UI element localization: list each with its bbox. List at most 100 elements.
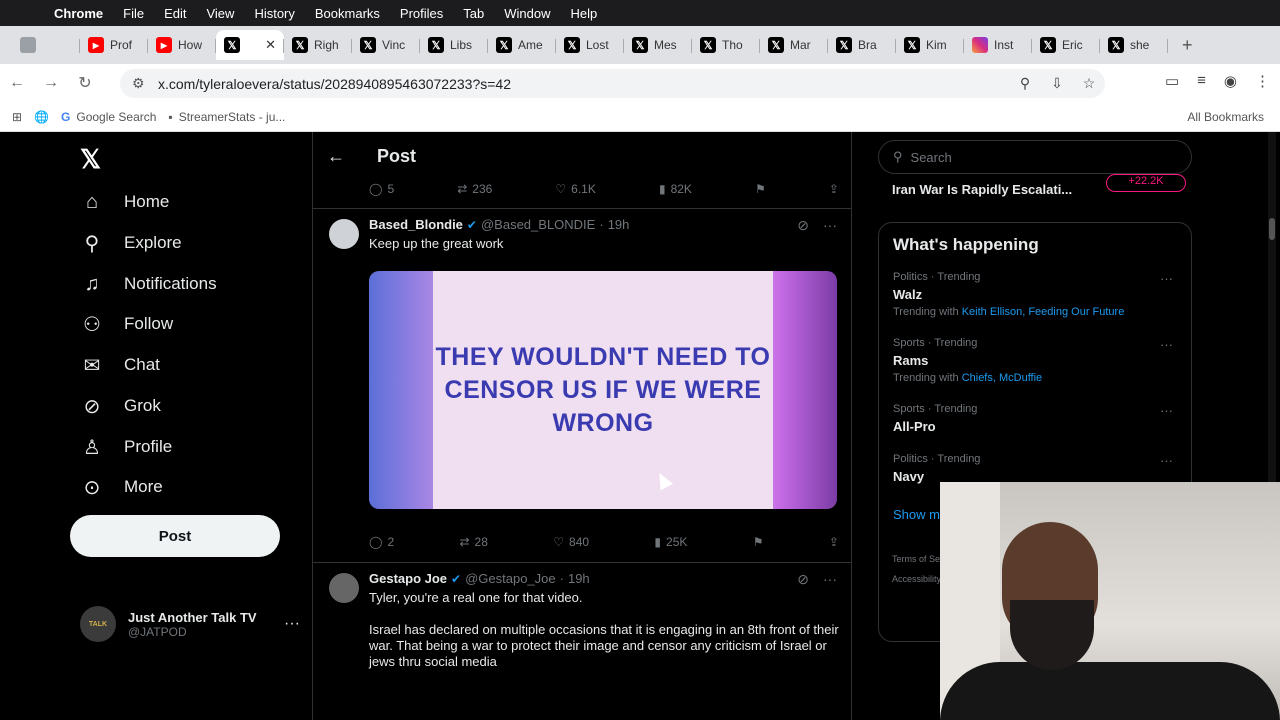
address-bar[interactable]: ⚙ x.com/tyleraloevera/status/20289408954… (120, 69, 1105, 98)
trend-item[interactable]: Politics · Trending Walz Trending with K… (893, 271, 1183, 318)
author-name[interactable]: Based_Blondie (369, 217, 463, 232)
more-dots-icon[interactable]: ··· (1160, 271, 1173, 286)
share-icon[interactable]: ⇪ (829, 535, 839, 549)
account-switcher[interactable]: TALK Just Another Talk TV @JATPOD ··· (80, 606, 300, 642)
browser-tab[interactable]: Inst (964, 30, 1032, 60)
avatar[interactable] (329, 219, 359, 249)
browser-tab[interactable]: 𝕏she (1100, 30, 1168, 60)
author-name[interactable]: Gestapo Joe (369, 571, 447, 586)
author-handle[interactable]: @Based_BLONDIE (481, 217, 595, 232)
tweet-time[interactable]: 19h (608, 217, 630, 232)
like-button[interactable]: ♡ 6.1K (555, 182, 595, 196)
browser-tab[interactable]: 𝕏 Tho (692, 30, 760, 60)
more-dots-icon[interactable]: ··· (1160, 403, 1173, 418)
sidebar-item-chat[interactable]: ✉ Chat (80, 347, 160, 383)
sidebar-item-follow[interactable]: ⚇ Follow (80, 306, 173, 342)
sidebar-item-notifications[interactable]: ♫ Notifications (80, 266, 217, 302)
sidebar-item-explore[interactable]: ⚲ Explore (80, 225, 182, 261)
author-handle[interactable]: @Gestapo_Joe (465, 571, 556, 586)
menu-view[interactable]: View (196, 6, 244, 21)
repost-button[interactable]: ⇄ 28 (459, 535, 487, 549)
news-headline[interactable]: Iran War Is Rapidly Escalati... (892, 182, 1072, 197)
browser-tab-active[interactable]: 𝕏 ✕ (216, 30, 284, 60)
menu-window[interactable]: Window (494, 6, 560, 21)
search-input[interactable]: ⚲ Search (878, 140, 1192, 174)
reply-button[interactable]: ◯ 2 (369, 535, 394, 549)
more-dots-icon[interactable]: ··· (1160, 453, 1173, 468)
more-dots-icon[interactable]: ··· (1160, 337, 1173, 352)
footer-link-accessibility[interactable]: Accessibility (892, 574, 941, 584)
reload-icon[interactable]: ↻ (68, 73, 102, 93)
menu-app-name[interactable]: Chrome (52, 6, 113, 21)
browser-tab[interactable] (12, 30, 80, 60)
bookmark-google-search[interactable]: G Google Search (61, 110, 156, 124)
browser-tab[interactable]: 𝕏 Lost (556, 30, 624, 60)
menu-history[interactable]: History (244, 6, 304, 21)
profile-avatar-icon[interactable]: ◉ (1224, 72, 1237, 90)
browser-tab[interactable]: 𝕏 Libs (420, 30, 488, 60)
more-dots-icon[interactable]: ··· (284, 615, 300, 633)
grok-icon[interactable]: ⊘ (797, 217, 809, 234)
sidebar-item-profile[interactable]: ♙ Profile (80, 429, 172, 465)
browser-tab[interactable]: 𝕏 Mes (624, 30, 692, 60)
more-dots-icon[interactable]: ··· (823, 571, 837, 588)
menu-file[interactable]: File (113, 6, 154, 21)
zoom-icon[interactable]: ⚲ (1009, 75, 1041, 92)
tweet[interactable]: Gestapo Joe ✔ @Gestapo_Joe · 19h ⊘ ··· T… (313, 562, 851, 720)
install-app-icon[interactable]: ⇩ (1041, 75, 1073, 92)
views-button[interactable]: ▮ 25K (654, 535, 687, 549)
browser-tab[interactable]: 𝕏 Kim (896, 30, 964, 60)
sidebar-item-more[interactable]: ⊙ More (80, 469, 163, 505)
sidebar-item-home[interactable]: ⌂ Home (80, 184, 169, 220)
trend-item[interactable]: Politics · Trending Navy ··· (893, 453, 1183, 484)
tweet-media[interactable]: THEY WOULDN'T NEED TO CENSOR US IF WE WE… (369, 271, 837, 509)
all-bookmarks-button[interactable]: All Bookmarks (1187, 110, 1264, 124)
trend-item[interactable]: Sports · Trending All-Pro ··· (893, 403, 1183, 434)
tweet-time[interactable]: 19h (568, 571, 590, 586)
browser-tab[interactable]: ▶ How (148, 30, 216, 60)
menu-tab[interactable]: Tab (453, 6, 494, 21)
like-button[interactable]: ♡ 840 (553, 535, 589, 549)
post-button[interactable]: Post (70, 515, 280, 557)
avatar[interactable] (329, 573, 359, 603)
bookmark-star-icon[interactable]: ☆ (1073, 75, 1105, 92)
kebab-menu-icon[interactable]: ⋮ (1255, 72, 1270, 90)
x-logo-icon[interactable]: 𝕏 (80, 144, 101, 175)
new-tab-button[interactable]: + (1182, 35, 1193, 56)
share-icon[interactable]: ⇪ (829, 182, 839, 196)
forward-arrow-icon[interactable]: → (34, 74, 68, 92)
back-arrow-icon[interactable]: ← (313, 146, 359, 167)
reply-button[interactable]: ◯ 5 (369, 182, 394, 196)
url-text[interactable]: x.com/tyleraloevera/status/2028940895463… (158, 76, 1009, 92)
browser-tab[interactable]: 𝕏 Righ (284, 30, 352, 60)
close-tab-icon[interactable]: ✕ (265, 37, 276, 53)
back-arrow-icon[interactable]: ← (0, 74, 34, 92)
menu-help[interactable]: Help (561, 6, 608, 21)
bookmark-icon[interactable]: ⚑ (753, 535, 764, 549)
site-settings-icon[interactable]: ⚙ (132, 75, 158, 92)
trend-with-links[interactable]: Keith Ellison, Feeding Our Future (962, 306, 1125, 318)
browser-tab[interactable]: 𝕏 Eric (1032, 30, 1100, 60)
menu-edit[interactable]: Edit (154, 6, 196, 21)
menu-bookmarks[interactable]: Bookmarks (305, 6, 390, 21)
apps-icon[interactable]: ⊞ (12, 110, 22, 124)
scrollbar-thumb[interactable] (1269, 218, 1275, 240)
trend-item[interactable]: Sports · Trending Rams Trending with Chi… (893, 337, 1183, 384)
bookmark-streamerstats[interactable]: ▪ StreamerStats - ju... (168, 110, 285, 124)
globe-icon[interactable]: 🌐 (34, 110, 49, 124)
views-button[interactable]: ▮ 82K (659, 182, 692, 196)
browser-tab[interactable]: 𝕏 Mar (760, 30, 828, 60)
browser-tab[interactable]: ▶ Prof (80, 30, 148, 60)
tweet[interactable]: Based_Blondie ✔ @Based_BLONDIE · 19h ⊘ ·… (313, 208, 851, 558)
browser-tab[interactable]: 𝕏 Vinc (352, 30, 420, 60)
browser-tab[interactable]: 𝕏 Bra (828, 30, 896, 60)
browser-tab[interactable]: 𝕏 Ame (488, 30, 556, 60)
bookmark-icon[interactable]: ⚑ (755, 182, 766, 196)
side-panel-icon[interactable]: ▭ (1165, 72, 1179, 90)
more-dots-icon[interactable]: ··· (823, 217, 837, 234)
grok-icon[interactable]: ⊘ (797, 571, 809, 588)
menu-profiles[interactable]: Profiles (390, 6, 453, 21)
media-icon[interactable]: ≡ (1197, 72, 1206, 90)
repost-button[interactable]: ⇄ 236 (457, 182, 492, 196)
sidebar-item-grok[interactable]: ⊘ Grok (80, 388, 161, 424)
